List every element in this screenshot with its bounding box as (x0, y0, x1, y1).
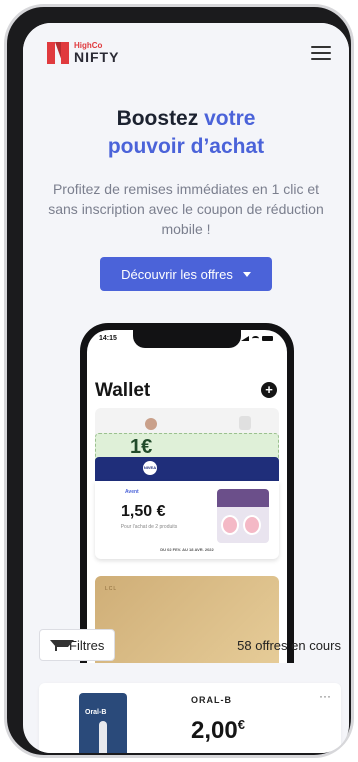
hero-title: Boostez votre pouvoir d’achat (107, 107, 265, 158)
product-image-label: Oral-B (85, 709, 107, 716)
caret-down-icon (242, 271, 251, 277)
mockup-wallet-title: Wallet (95, 380, 151, 401)
discover-offers-label: Découvrir les offres (121, 266, 233, 282)
mockup-gold-label: LCL (105, 586, 118, 592)
device-screen: HighCo NIFTY Boostez votre pouvoir d’ach… (23, 23, 349, 753)
mockup-card-nivea: NIVEA (95, 457, 279, 481)
mockup-coupon-card: Avent 1,50 € Pour l'achat de 2 produits … (95, 481, 279, 559)
filters-bar: Filtres 58 offres en cours (23, 627, 349, 663)
phone-mockup: 14:15 Wallet + 1€ NIVEA Avent 1,50 € Pou… (80, 323, 294, 663)
offers-count: 58 offres en cours (237, 637, 341, 653)
mockup-status-icons (241, 336, 273, 341)
filters-button[interactable]: Filtres (39, 629, 116, 661)
mockup-bottle-image (239, 416, 251, 430)
device-frame: HighCo NIFTY Boostez votre pouvoir d’ach… (4, 4, 354, 758)
wifi-icon (252, 336, 259, 341)
logo-mark-icon (47, 42, 69, 64)
mockup-pacifier-image (217, 489, 269, 543)
mockup-coupon-brand: Avent (125, 489, 139, 495)
discover-offers-button[interactable]: Découvrir les offres (100, 257, 272, 291)
product-card[interactable]: Oral-B ORAL-B ··· 2,00€ DE REMISE IMMÉDI… (39, 683, 341, 753)
more-options-icon[interactable]: ··· (319, 689, 331, 703)
mockup-green-amount: 1€ (130, 436, 153, 458)
phone-mockup-screen: 14:15 Wallet + 1€ NIVEA Avent 1,50 € Pou… (87, 330, 287, 663)
mockup-add-icon: + (261, 382, 277, 398)
mockup-status-time: 14:15 (99, 335, 117, 342)
hero-subtitle: Profitez de remises immédiates en 1 clic… (48, 181, 324, 237)
nivea-logo: NIVEA (143, 461, 157, 475)
product-image: Oral-B (79, 693, 127, 753)
logo-title: NIFTY (74, 49, 120, 65)
product-price: 2,00€ (191, 717, 245, 744)
phone-notch (133, 330, 241, 348)
battery-icon (262, 336, 273, 341)
mockup-coupon-dates: DU 02 FEV. AU 18 AVR. 2022 (160, 547, 214, 552)
filter-funnel-icon (50, 639, 74, 651)
signal-icon (241, 336, 249, 341)
mockup-brand-dot (145, 418, 157, 430)
mockup-coupon-price: 1,50 € (121, 503, 166, 520)
mockup-coupon-condition: Pour l'achat de 2 produits (120, 524, 178, 530)
filters-button-label: Filtres (69, 637, 105, 653)
top-bar: HighCo NIFTY (23, 23, 349, 83)
hamburger-menu-icon[interactable] (311, 46, 331, 60)
logo[interactable]: HighCo NIFTY (47, 42, 119, 64)
product-brand: ORAL-B (191, 695, 232, 705)
